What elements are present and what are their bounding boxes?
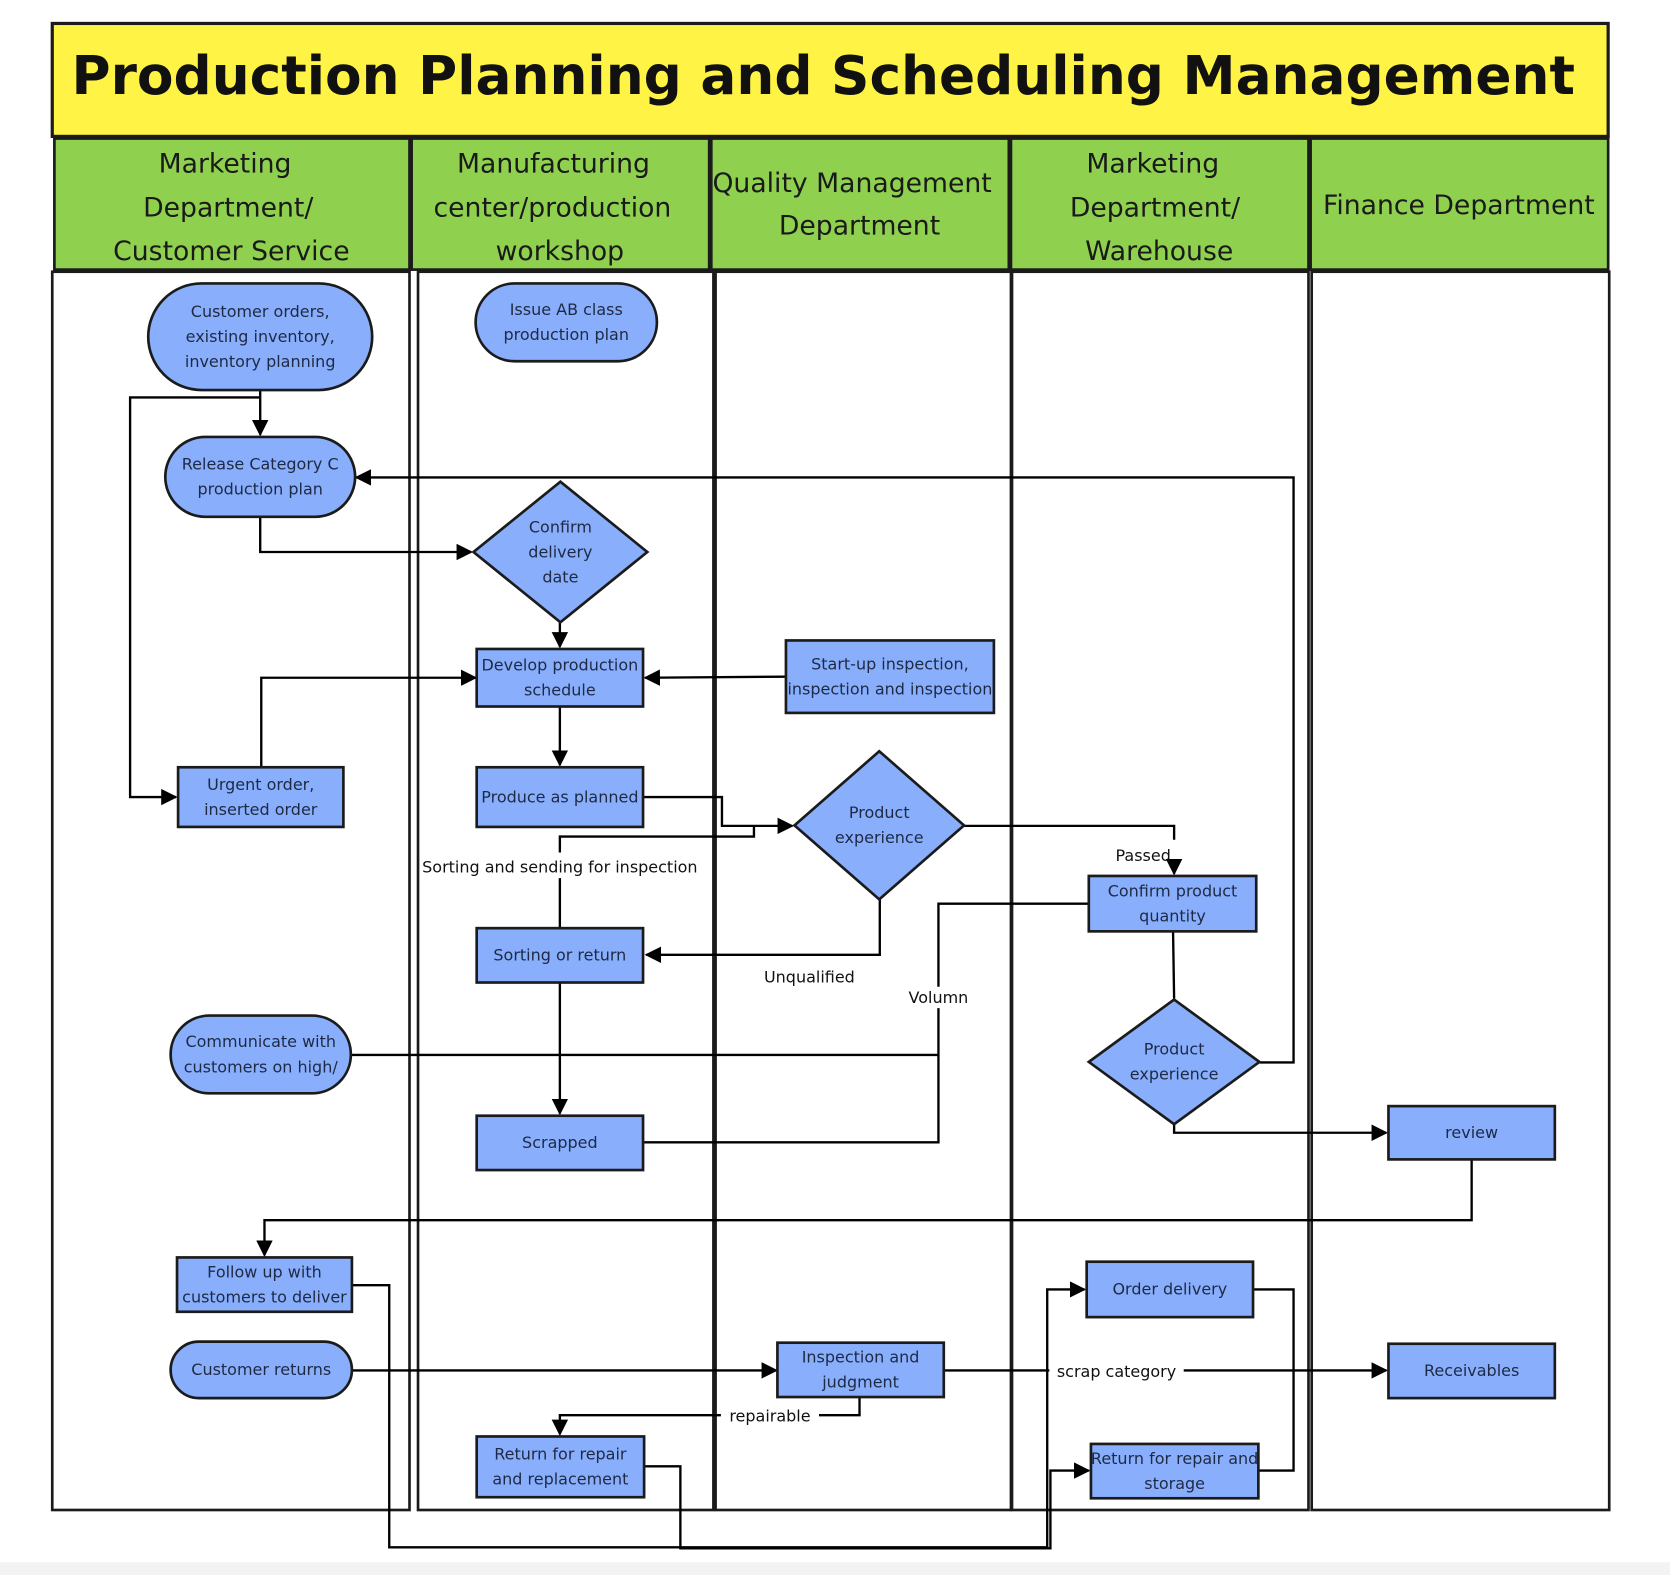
node-sorting-or-return[interactable]: Sorting or return [475,926,645,984]
node-label: Customer returns [191,1360,331,1379]
node-startup-inspection[interactable]: Start-up inspection, inspection and inspe… [784,639,996,715]
node-urgent-order[interactable]: Urgent order, inserted order [176,765,345,829]
edge-startup-to-develop [643,669,786,686]
node-scrapped[interactable]: Scrapped [475,1114,645,1172]
lane-header-cs: Marketing Department/ Customer Service [53,137,411,271]
label-unqualified: Unqualified [764,968,855,987]
node-review[interactable]: review [1387,1104,1557,1161]
node-label: Scrapped [522,1133,598,1152]
node-inspection-judgment[interactable]: Inspection and judgment [776,1341,946,1399]
node-customer-orders[interactable]: Customer orders, existing inventory, inven… [146,282,374,392]
node-return-repair-storage[interactable]: Return for repair and storage [1089,1442,1260,1500]
lane-header-qm: Quality Management Department [709,137,1011,271]
node-follow-up-delivery[interactable]: Follow up with customers to deliver [175,1256,354,1314]
lane-title-wh: Marketing Department/ Warehouse [1070,149,1249,267]
title-text: Production Planning and Scheduling Manag… [72,45,1575,107]
lane-body-qm [714,270,1013,1512]
label-volumn: Volumn [909,988,969,1007]
lane-header-mfg: Manufacturing center/production workshop [410,137,711,271]
lane-body-mfg [416,270,715,1512]
node-customer-returns[interactable]: Customer returns [169,1340,354,1400]
label-passed: Passed [1116,846,1171,865]
node-label: Customer orders, existing inventory, inven… [185,302,336,371]
node-label: Order delivery [1112,1280,1227,1299]
terminator-shape [169,1014,353,1095]
node-return-repair-replacement[interactable]: Return for repair and replacement [475,1435,646,1499]
diagram-title: Production Planning and Scheduling Manag… [50,21,1610,138]
lane-title-fin: Finance Department [1323,190,1595,221]
terminator-shape [163,435,357,519]
node-label: Receivables [1424,1361,1519,1380]
node-order-delivery[interactable]: Order delivery [1085,1260,1255,1319]
lane-headers: Marketing Department/ Customer Service M… [53,137,1610,271]
lane-header-fin: Finance Department [1309,137,1610,271]
bottom-rule [0,1562,1670,1575]
lane-header-wh: Marketing Department/ Warehouse [1009,137,1310,271]
label-repairable: repairable [729,1407,810,1426]
node-develop-schedule[interactable]: Develop production schedule [475,647,645,708]
node-confirm-quantity[interactable]: Confirm product quantity [1087,874,1258,933]
node-label: Sorting or return [493,946,626,965]
node-release-c-plan[interactable]: Release Category Cproduction plan [163,435,357,519]
label-scrap-category: scrap category [1057,1362,1176,1381]
terminator-shape [474,282,659,363]
edge-confirm-to-experience2 [1171,931,1176,999]
node-label: review [1445,1123,1498,1142]
node-communicate-customers[interactable]: Communicate with customers on high/ [169,1014,353,1095]
node-label: Produce as planned [481,787,638,806]
node-issue-ab-plan[interactable]: Issue AB class production plan [474,282,659,363]
label-sorting-sending: Sorting and sending for inspection [422,858,697,877]
process-shape [784,639,996,715]
node-produce-as-planned[interactable]: Produce as planned [475,765,645,829]
node-receivables[interactable]: Receivables [1387,1342,1557,1400]
swimlane-flowchart: Production Planning and Scheduling Manag… [0,21,1670,1575]
lane-body-fin [1310,270,1611,1512]
